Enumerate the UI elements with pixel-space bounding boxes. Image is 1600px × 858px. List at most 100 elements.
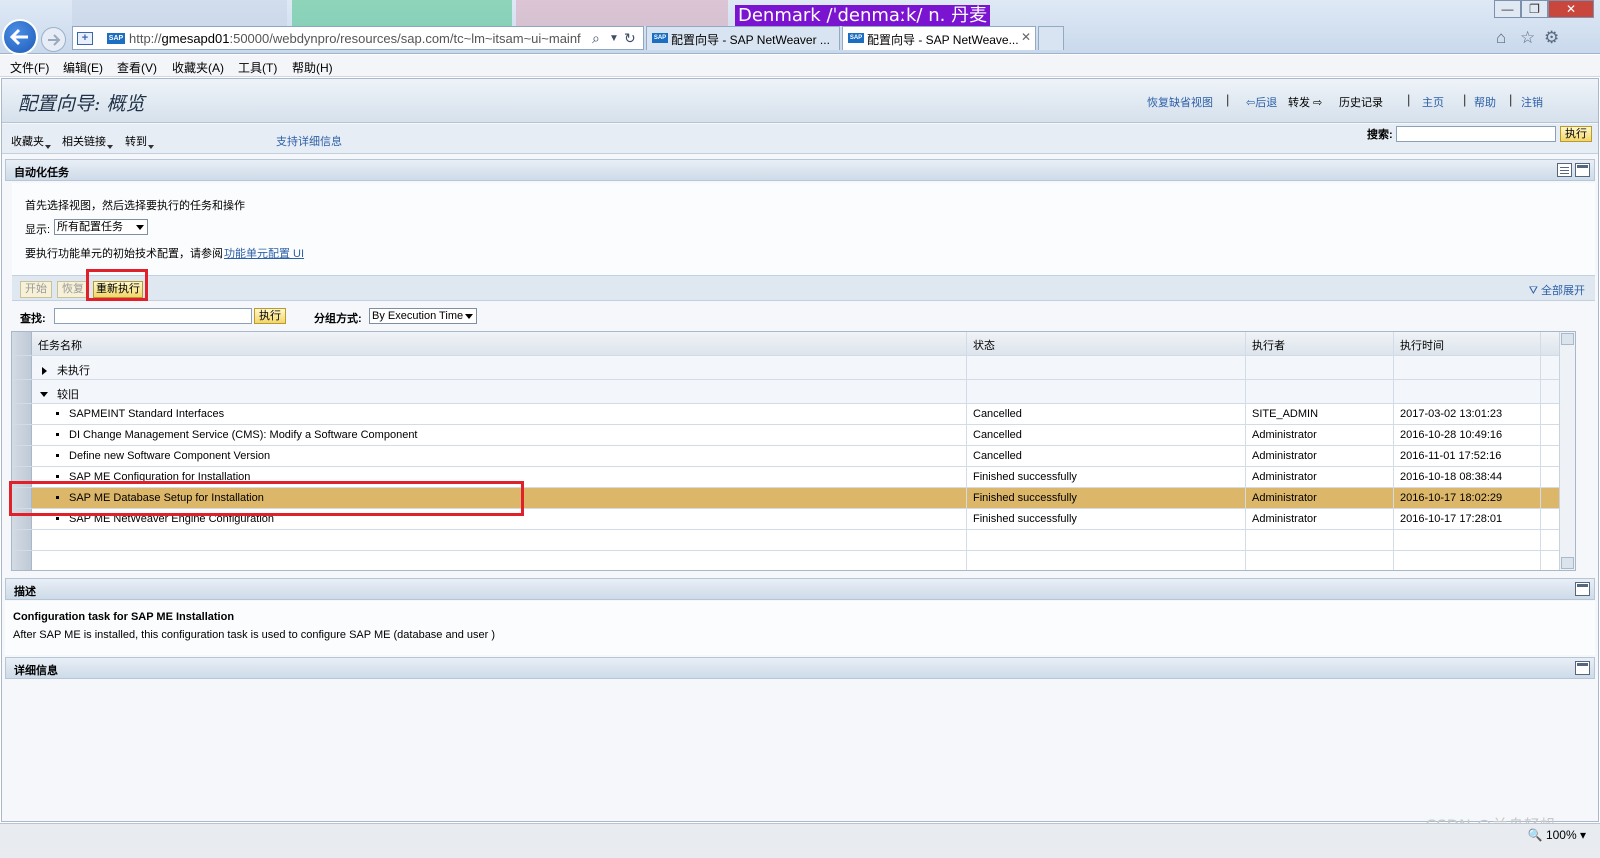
home-icon[interactable]: ⌂ <box>1496 28 1506 48</box>
row-selector[interactable] <box>12 380 32 403</box>
task-executor: Administrator <box>1246 425 1394 445</box>
menu-view[interactable]: 查看(V) <box>117 59 157 76</box>
panel-maximize-icon[interactable] <box>1575 582 1590 596</box>
menu-edit[interactable]: 编辑(E) <box>63 59 103 76</box>
row-selector[interactable] <box>12 530 32 550</box>
background-tab[interactable] <box>292 0 512 26</box>
browser-tab[interactable]: SAP 配置向导 - SAP NetWeaver ... <box>646 26 840 50</box>
forward-link[interactable]: 转发 ⇨ <box>1288 94 1322 110</box>
functional-unit-config-link[interactable]: 功能单元配置 UI <box>224 245 304 261</box>
back-link[interactable]: ⇦后退 <box>1246 94 1277 110</box>
description-text: After SAP ME is installed, this configur… <box>13 629 496 641</box>
find-execute-button[interactable]: 执行 <box>254 308 286 324</box>
table-row[interactable]: SAP ME NetWeaver Engine Configuration Fi… <box>12 509 1575 530</box>
description-section-header[interactable]: 描述 <box>5 578 1595 600</box>
filter-bar: 查找: 执行 分组方式: By Execution Time <box>12 302 1595 330</box>
table-row[interactable]: Define new Software Component Version Ca… <box>12 446 1575 467</box>
table-row[interactable]: DI Change Management Service (CMS): Modi… <box>12 425 1575 446</box>
table-scrollbar[interactable] <box>1559 332 1575 570</box>
background-tab[interactable] <box>516 0 728 26</box>
column-header-task[interactable]: 任务名称 <box>32 332 967 355</box>
favorites-menu[interactable]: 收藏夹 <box>11 133 51 149</box>
header-separator: | <box>1407 92 1411 107</box>
row-selector[interactable] <box>12 509 32 529</box>
restore-default-view-link[interactable]: 恢复缺省视图 <box>1147 94 1213 110</box>
refresh-icon[interactable]: ↻ <box>624 30 636 47</box>
support-info-link[interactable]: 支持详细信息 <box>276 133 342 149</box>
scroll-up-arrow[interactable] <box>1561 333 1574 345</box>
new-tab-button[interactable] <box>1038 26 1064 50</box>
task-name: Define new Software Component Version <box>69 450 271 462</box>
background-tab[interactable] <box>72 0 287 26</box>
column-header-status[interactable]: 状态 <box>967 332 1246 355</box>
intro-text: 首先选择视图，然后选择要执行的任务和操作 <box>25 200 245 212</box>
column-header-executor[interactable]: 执行者 <box>1246 332 1394 355</box>
history-menu[interactable]: 历史记录 <box>1339 94 1383 110</box>
table-row[interactable]: SAP ME Configuration for Installation Fi… <box>12 467 1575 488</box>
group-by-select[interactable]: By Execution Time <box>369 308 477 324</box>
search-icon[interactable]: ⌕ <box>592 30 600 47</box>
address-bar[interactable]: + SAP http://gmesapd01:50000/webdynpro/r… <box>72 26 644 50</box>
row-selector[interactable] <box>12 446 32 466</box>
browser-tab-active[interactable]: SAP 配置向导 - SAP NetWeave... ✕ <box>842 26 1036 50</box>
details-section-header[interactable]: 详细信息 <box>5 657 1595 679</box>
row-selector[interactable] <box>12 488 32 508</box>
task-time: 2016-10-18 08:38:44 <box>1394 467 1541 487</box>
task-status: Cancelled <box>967 425 1246 445</box>
scroll-down-arrow[interactable] <box>1561 557 1574 569</box>
start-button[interactable]: 开始 <box>20 281 52 298</box>
panel-list-icon[interactable] <box>1557 163 1572 177</box>
row-selector[interactable] <box>12 404 32 424</box>
page-toolbar: 收藏夹 相关链接 转到 支持详细信息 <box>2 124 1598 154</box>
minimize-button[interactable]: — <box>1494 0 1521 18</box>
row-selector[interactable] <box>12 425 32 445</box>
row-selector[interactable] <box>12 551 32 570</box>
home-link[interactable]: 主页 <box>1422 94 1444 110</box>
row-selector[interactable] <box>12 467 32 487</box>
sap-page: 配置向导: 概览 恢复缺省视图 | ⇦后退 转发 ⇨ 历史记录 | 主页 | 帮… <box>1 78 1599 822</box>
expand-all-link[interactable]: ⛛ 全部展开 <box>1529 282 1585 298</box>
forward-button[interactable] <box>41 27 66 52</box>
group-row[interactable]: 未执行 <box>12 356 1575 380</box>
menu-help[interactable]: 帮助(H) <box>292 59 333 76</box>
collapse-triangle-icon[interactable] <box>40 392 48 398</box>
automation-section-header[interactable]: 自动化任务 <box>5 159 1595 181</box>
search-execute-button[interactable]: 执行 <box>1560 126 1592 142</box>
url-prefix: http:// <box>129 31 162 46</box>
gear-icon[interactable]: ⚙ <box>1544 28 1559 48</box>
logout-link[interactable]: 注销 <box>1521 94 1543 110</box>
search-input[interactable] <box>1396 126 1556 142</box>
related-links-menu[interactable]: 相关链接 <box>62 133 113 149</box>
chevron-down-icon[interactable]: ▼ <box>609 33 619 44</box>
rerun-button[interactable]: 重新执行 <box>93 281 143 298</box>
menu-file[interactable]: 文件(F) <box>10 59 49 76</box>
help-link[interactable]: 帮助 <box>1474 94 1496 110</box>
sap-favicon-icon: SAP <box>107 33 125 44</box>
row-selector[interactable] <box>12 356 32 379</box>
expand-triangle-icon[interactable] <box>42 367 47 376</box>
menu-favorites[interactable]: 收藏夹(A) <box>172 59 224 76</box>
address-url[interactable]: http://gmesapd01:50000/webdynpro/resourc… <box>129 31 581 46</box>
zoom-level[interactable]: 🔍 100% ▾ <box>1528 828 1586 842</box>
resume-button[interactable]: 恢复 <box>57 281 89 298</box>
table-row[interactable]: SAPMEINT Standard Interfaces Cancelled S… <box>12 404 1575 425</box>
favorites-star-icon[interactable]: ☆ <box>1520 28 1535 48</box>
menu-tools[interactable]: 工具(T) <box>238 59 277 76</box>
close-window-button[interactable]: ✕ <box>1548 0 1594 18</box>
url-host: gmesapd01 <box>161 31 230 46</box>
compat-view-icon[interactable]: + <box>77 32 93 45</box>
task-status: Finished successfully <box>967 488 1246 508</box>
column-header-time[interactable]: 执行时间 <box>1394 332 1541 355</box>
close-tab-icon[interactable]: ✕ <box>1021 30 1031 44</box>
panel-maximize-icon[interactable] <box>1575 163 1590 177</box>
table-row-selected[interactable]: SAP ME Database Setup for Installation F… <box>12 488 1575 509</box>
find-input[interactable] <box>54 308 252 324</box>
task-status: Cancelled <box>967 446 1246 466</box>
select-all-cell[interactable] <box>12 332 32 355</box>
goto-menu[interactable]: 转到 <box>125 133 154 149</box>
maximize-button[interactable]: ❐ <box>1521 0 1548 18</box>
panel-maximize-icon[interactable] <box>1575 661 1590 675</box>
group-row[interactable]: 较旧 <box>12 380 1575 404</box>
view-select[interactable]: 所有配置任务 <box>54 219 148 235</box>
back-button[interactable] <box>2 19 38 55</box>
